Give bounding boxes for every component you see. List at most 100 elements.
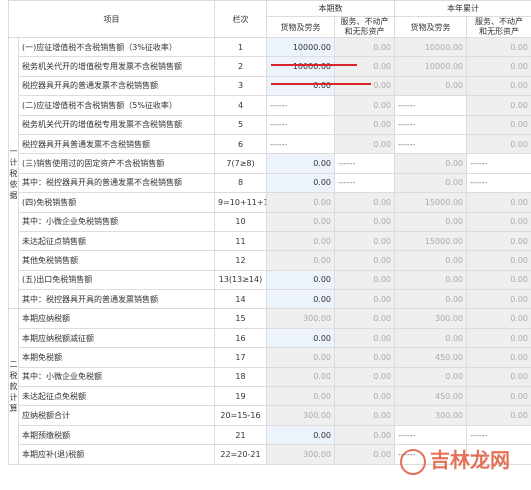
amount-cell: 15000.00 [394,230,467,252]
row-code: 21 [214,424,267,446]
amount-cell: 0.00 [466,366,531,388]
amount-cell: 10000.00 [394,56,467,77]
amount-input[interactable]: 0.00 [266,424,335,446]
row-code: 2 [214,56,267,77]
amount-cell: 0.00 [394,75,467,97]
amount-cell: 0.00 [334,36,395,58]
amount-cell: 0.00 [334,347,395,368]
amount-cell: 300.00 [394,308,467,329]
row-code: 18 [214,366,267,388]
amount-cell: 450.00 [394,347,467,368]
row-code: 17 [214,347,267,368]
amount-cell: 0.00 [266,230,335,252]
table-row: (四)免税销售额 9=10+11+1 0.00 0.00 15000.00 0.00 [9,192,531,213]
row-label: (一)应征增值税不含税销售额（3%征收率） [18,36,215,58]
row-label: 税务机关代开的增值税专用发票不含税销售额 [18,56,215,77]
header-column-no: 栏次 [214,0,267,38]
amount-cell: 0.00 [334,405,395,426]
amount-cell: 300.00 [394,405,467,426]
amount-cell: 0.00 [266,366,335,388]
row-code: 12 [214,250,267,271]
amount-cell: 0.00 [466,36,531,58]
amount-cell: ------ [466,153,531,174]
amount-cell: 0.00 [334,56,395,77]
amount-cell: 0.00 [334,95,395,116]
row-label: 未达起征点免税额 [18,386,215,407]
vat-return-table: 项目 栏次 本期数 本年累计 货物及劳务 服务、不动产 和无形资产 货物及劳务 服… [8,0,531,465]
amount-cell: 0.00 [394,250,467,271]
row-code: 19 [214,386,267,407]
table-row: 本期应纳税额减征额 16 0.00 0.00 0.00 0.00 [9,327,531,349]
row-label: 税务机关代开的增值税专用发票不含税销售额 [18,114,215,135]
row-label: 本期应补(退)税额 [18,444,215,465]
header-item: 项目 [8,0,215,38]
row-label: 本期免税额 [18,347,215,368]
amount-cell: 0.00 [334,366,395,388]
amount-input[interactable]: 10000.00 [266,36,335,58]
table-row: 本期预缴税额 21 0.00 0.00 ------ ------ [9,424,531,446]
table-row: 税务机关代开的增值税专用发票不含税销售额 5 ------ 0.00 ------ 0.0… [9,114,531,135]
amount-input[interactable]: 0.00 [266,75,335,97]
amount-input[interactable]: 0.00 [266,153,335,174]
amount-cell: ------ [266,114,335,135]
amount-cell: ------ [466,172,531,194]
amount-cell: 450.00 [394,386,467,407]
amount-cell: 300.00 [266,308,335,329]
amount-cell: 0.00 [466,405,531,426]
row-code: 4 [214,95,267,116]
amount-cell: 0.00 [334,424,395,446]
amount-cell: ------ [266,95,335,116]
table-row: 未达起征点销售额 11 0.00 0.00 15000.00 0.00 [9,230,531,252]
header-goods-labor: 货物及劳务 [266,16,335,38]
annotation-underline-1 [271,64,357,66]
table-row: 其中：小微企业免税额 18 0.00 0.00 0.00 0.00 [9,366,531,388]
amount-cell: 0.00 [466,230,531,252]
header-services: 服务、不动产 和无形资产 [334,16,395,38]
amount-cell: 0.00 [334,308,395,329]
row-label: (三)销售使用过的固定资产不含税销售额 [18,153,215,174]
row-code: 1 [214,36,267,58]
amount-cell: 0.00 [334,75,395,97]
amount-cell: 0.00 [466,133,531,155]
amount-cell: 0.00 [466,308,531,329]
table-row: 二税款计算本期应纳税额 15 300.00 0.00 300.00 0.00 [8,308,531,465]
amount-cell: 0.00 [466,95,531,116]
table-row: 其中：小微企业免税销售额 10 0.00 0.00 0.00 0.00 [9,211,531,232]
amount-cell: 0.00 [334,211,395,232]
row-code: 9=10+11+1 [214,192,267,213]
row-code: 15 [214,308,267,329]
table-row: 税控器具开具普通发票不含税销售额 6 ------ 0.00 ------ 0.00 [9,133,531,155]
watermark-logo: 吉林龙网 [400,444,510,475]
header-goods-labor-ytd: 货物及劳务 [394,16,467,38]
amount-cell: ------ [266,133,335,155]
amount-input[interactable]: 0.00 [266,289,335,310]
row-code: 3 [214,75,267,97]
row-label: 本期应纳税额 [18,308,215,329]
amount-cell: 0.00 [466,347,531,368]
amount-cell: 0.00 [266,250,335,271]
amount-cell: 0.00 [394,366,467,388]
table-row: (三)销售使用过的固定资产不含税销售额 7(7≥8) 0.00 ------ 0.00-… [9,153,531,174]
amount-cell: 0.00 [334,133,395,155]
section-tax-basis: 一计税依据 [8,36,19,310]
amount-cell: 0.00 [266,211,335,232]
amount-input[interactable]: 0.00 [266,327,335,349]
amount-input[interactable]: 10000.00 [266,56,335,77]
amount-cell: 0.00 [466,56,531,77]
amount-input[interactable]: 0.00 [266,269,335,291]
amount-cell: 0.00 [466,386,531,407]
row-label: 本期应纳税额减征额 [18,327,215,349]
amount-cell: ------ [334,153,395,174]
amount-cell: 0.00 [466,250,531,271]
row-code: 22=20-21 [214,444,267,465]
table-row: (二)应征增值税不含税销售额（5%征收率） 4 ------ 0.00 ------ 0.… [9,95,531,116]
row-code: 20=15-16 [214,405,267,426]
section-tax-calculation: 二税款计算 [8,308,19,465]
amount-cell: 0.00 [266,192,335,213]
header-year-cumulative: 本年累计 [394,0,531,17]
amount-cell: ------ [394,95,467,116]
amount-cell: 0.00 [466,211,531,232]
row-label: 其中：税控器具开具的普通发票不含税销售额 [18,172,215,194]
amount-input[interactable]: 0.00 [266,172,335,194]
amount-cell: 0.00 [266,386,335,407]
